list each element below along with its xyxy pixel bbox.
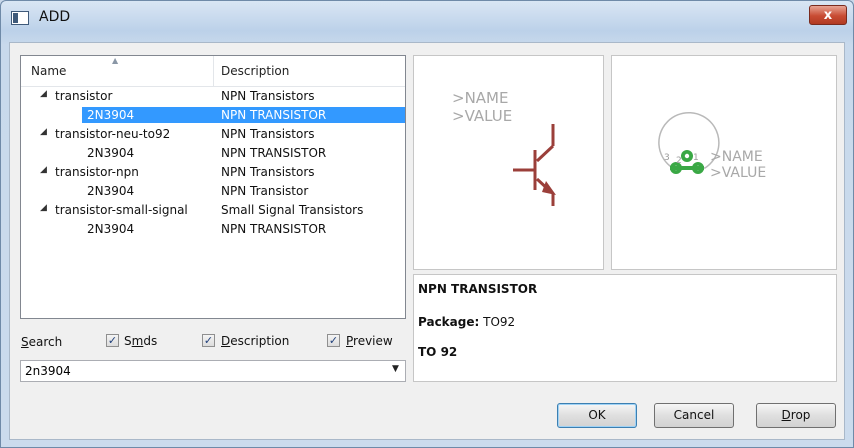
package-heading: TO 92 xyxy=(418,345,458,359)
description-label[interactable]: Description xyxy=(221,334,289,348)
row-name: 2N3904 xyxy=(87,146,135,160)
package-value-placeholder: >VALUE xyxy=(710,165,767,181)
sort-up-icon: ▲ xyxy=(112,56,119,65)
pad-label-1: 1 xyxy=(693,153,699,163)
pad-label-2: 2 xyxy=(676,156,682,166)
row-name: transistor-small-signal xyxy=(55,203,188,217)
window-icon xyxy=(11,11,29,25)
title-bar[interactable]: ADD x xyxy=(1,1,853,41)
window-title: ADD xyxy=(39,9,71,25)
npn-transistor-symbol-icon xyxy=(513,124,556,206)
smds-label[interactable]: Smds xyxy=(124,334,157,348)
expand-collapse-icon[interactable]: ◢ xyxy=(40,127,47,137)
row-name: 2N3904 xyxy=(87,108,135,122)
row-description: NPN Transistors xyxy=(221,89,315,103)
expand-collapse-icon[interactable]: ◢ xyxy=(40,203,47,213)
device-heading: NPN TRANSISTOR xyxy=(418,282,538,296)
list-header: ▲ Name Description xyxy=(21,56,405,87)
tree-item-library[interactable]: ◢ transistor-npn NPN Transistors xyxy=(21,164,405,180)
package-name-placeholder: >NAME xyxy=(710,149,763,165)
search-input[interactable] xyxy=(25,363,375,379)
row-name: 2N3904 xyxy=(87,222,135,236)
row-description: NPN Transistors xyxy=(221,127,315,141)
column-header-description[interactable]: Description xyxy=(221,64,289,78)
package-preview-panel: 3 2 1 >NAME >VALUE xyxy=(611,55,837,270)
row-description: NPN TRANSISTOR xyxy=(221,146,327,160)
row-name: transistor xyxy=(55,89,113,103)
package-line: Package: TO92 xyxy=(418,315,516,329)
row-description: NPN Transistors xyxy=(221,165,315,179)
row-description: NPN TRANSISTOR xyxy=(221,222,327,236)
cancel-button[interactable]: Cancel xyxy=(654,403,734,428)
close-button[interactable]: x xyxy=(809,5,847,25)
preview-label[interactable]: Preview xyxy=(346,334,393,348)
pad-label-3: 3 xyxy=(664,153,670,163)
column-divider[interactable] xyxy=(213,56,214,86)
tree-item-device[interactable]: 2N3904 NPN TRANSISTOR xyxy=(21,221,405,237)
smds-checkbox[interactable]: ✓ xyxy=(106,334,119,347)
description-checkbox[interactable]: ✓ xyxy=(202,334,215,347)
tree-item-library[interactable]: ◢ transistor-small-signal Small Signal Tra… xyxy=(21,202,405,218)
expand-collapse-icon[interactable]: ◢ xyxy=(40,89,47,99)
preview-checkbox[interactable]: ✓ xyxy=(327,334,340,347)
tree-item-device[interactable]: 2N3904 NPN TRANSISTOR xyxy=(21,107,405,123)
symbol-preview-panel: >NAME >VALUE xyxy=(413,55,604,270)
row-description: Small Signal Transistors xyxy=(221,203,364,217)
tree-item-library[interactable]: ◢ transistor NPN Transistors xyxy=(21,88,405,104)
drop-button[interactable]: Drop xyxy=(756,403,836,428)
column-header-name[interactable]: Name xyxy=(31,64,66,78)
row-name: transistor-npn xyxy=(55,165,139,179)
row-name: 2N3904 xyxy=(87,184,135,198)
ok-button[interactable]: OK xyxy=(557,403,637,428)
tree-item-device[interactable]: 2N3904 NPN TRANSISTOR xyxy=(21,145,405,161)
row-description: NPN Transistor xyxy=(221,184,309,198)
library-list[interactable]: ▲ Name Description ◢ transistor NPN Transi… xyxy=(20,55,406,319)
tree-item-library[interactable]: ◢ transistor-neu-to92 NPN Transistors xyxy=(21,126,405,142)
tree-item-device[interactable]: 2N3904 NPN Transistor xyxy=(21,183,405,199)
expand-collapse-icon[interactable]: ◢ xyxy=(40,165,47,175)
row-name: transistor-neu-to92 xyxy=(55,127,171,141)
description-panel: NPN TRANSISTOR Package: TO92 TO 92 xyxy=(413,274,837,382)
row-description: NPN TRANSISTOR xyxy=(221,108,327,122)
search-combobox[interactable]: ▼ xyxy=(20,360,406,382)
dropdown-arrow-icon[interactable]: ▼ xyxy=(392,364,399,374)
search-label: Search xyxy=(21,335,63,349)
